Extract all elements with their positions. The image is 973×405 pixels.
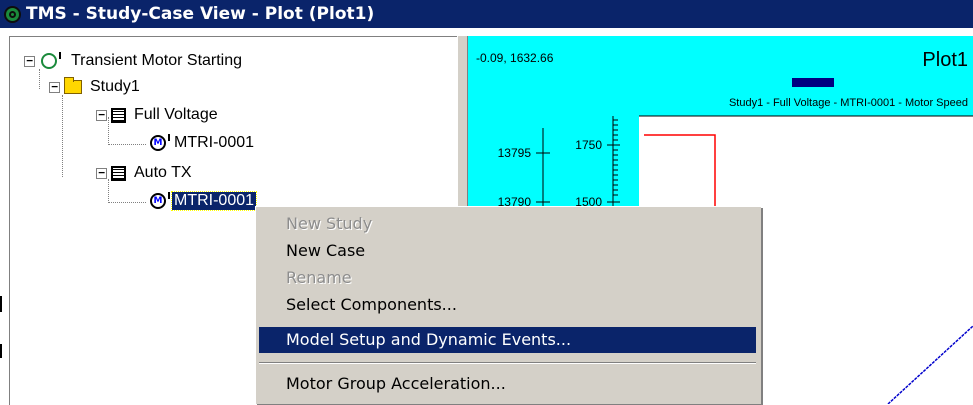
tree-node-label: MTRI-0001: [174, 134, 255, 151]
tree-node-motor[interactable]: M MTRI-0001: [146, 131, 256, 155]
motor-icon: M: [148, 192, 170, 210]
collapse-icon[interactable]: −: [96, 109, 107, 121]
menu-separator: [259, 362, 756, 364]
tms-root-icon: [39, 52, 61, 70]
tree-connector: [108, 144, 146, 145]
title-bar[interactable]: TMS - Study-Case View - Plot (Plot1): [0, 0, 973, 28]
app-icon: [4, 5, 21, 23]
plot-title: Plot1: [922, 49, 968, 71]
tree-node-root[interactable]: − Transient Motor Starting: [24, 49, 244, 73]
context-menu[interactable]: New Study New Case Rename Select Compone…: [255, 206, 761, 404]
menu-item-new-study[interactable]: New Study: [259, 211, 756, 237]
tree-node-label: Auto TX: [134, 164, 192, 181]
case-icon: [111, 107, 126, 123]
y-axis-2-label: 1750: [575, 138, 602, 152]
edge-mark: [0, 296, 2, 312]
window-left-edge: [0, 28, 9, 404]
tree-node-study1[interactable]: − Study1: [49, 75, 142, 99]
tree-node-label: MTRI-0001: [170, 191, 258, 211]
collapse-icon[interactable]: −: [49, 81, 60, 93]
edge-mark: [0, 344, 2, 358]
menu-item-motor-group-acceleration[interactable]: Motor Group Acceleration...: [259, 371, 756, 397]
menu-item-select-components[interactable]: Select Components...: [259, 292, 756, 318]
cursor-coords: -0.09, 1632.66: [476, 51, 554, 65]
collapse-icon[interactable]: −: [96, 167, 107, 179]
motor-icon: M: [148, 134, 170, 152]
menu-item-model-setup[interactable]: Model Setup and Dynamic Events...: [259, 327, 756, 353]
menu-item-rename[interactable]: Rename: [259, 265, 756, 291]
menu-item-new-case[interactable]: New Case: [259, 238, 756, 264]
tree-node-case-full-voltage[interactable]: − Full Voltage: [96, 103, 220, 127]
y-axis-1-label: 13795: [498, 146, 532, 160]
legend-swatch: [792, 78, 834, 87]
tree-node-label: Transient Motor Starting: [71, 52, 243, 69]
tree-node-case-auto-tx[interactable]: − Auto TX: [96, 161, 194, 185]
case-icon: [111, 165, 126, 181]
tree-node-motor-selected[interactable]: M MTRI-0001: [146, 189, 258, 213]
legend-label: Study1 - Full Voltage - MTRI-0001 - Moto…: [729, 97, 968, 109]
window-title: TMS - Study-Case View - Plot (Plot1): [26, 4, 375, 24]
tree-connector: [108, 202, 146, 203]
tree-node-label: Full Voltage: [134, 106, 218, 123]
tree-connector: [62, 95, 63, 177]
collapse-icon[interactable]: −: [24, 55, 35, 67]
folder-icon: [64, 77, 82, 94]
tree-node-label: Study1: [90, 78, 140, 95]
